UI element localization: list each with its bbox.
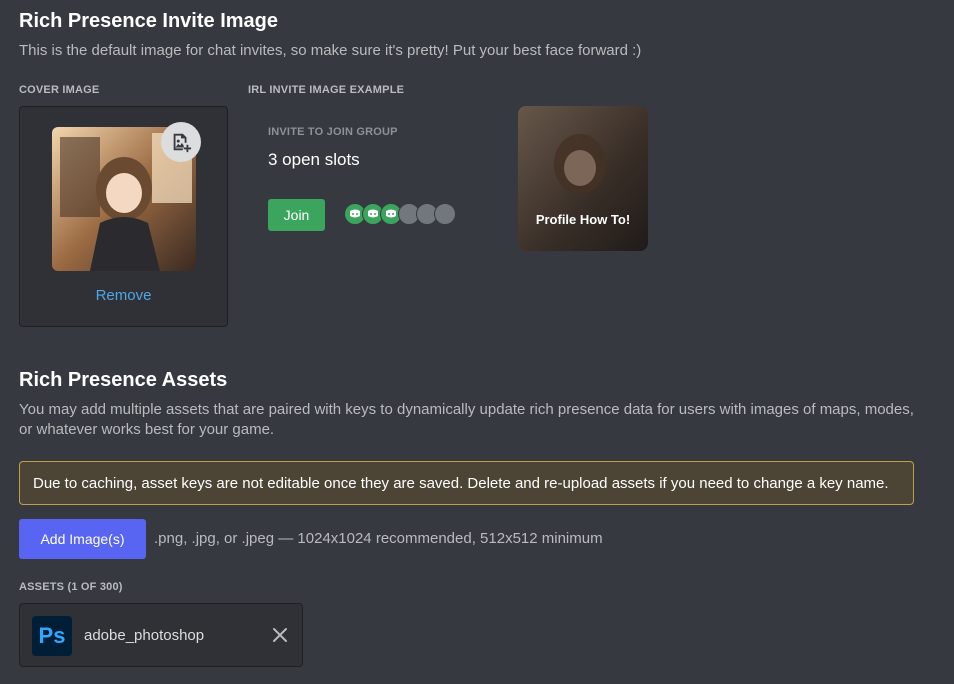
- irl-invite-preview: [518, 106, 648, 251]
- assets-count-label: ASSETS (1 OF 300): [19, 581, 123, 593]
- asset-key-name: adobe_photoshop: [84, 627, 205, 644]
- photoshop-icon: Ps: [32, 616, 72, 656]
- close-icon: [273, 628, 287, 642]
- join-button[interactable]: Join: [268, 199, 325, 231]
- assets-section-description: You may add multiple assets that are pai…: [19, 401, 914, 438]
- remove-cover-link[interactable]: Remove: [19, 287, 228, 304]
- invite-eyebrow: INVITE TO JOIN GROUP: [268, 126, 398, 138]
- photoshop-icon-text: Ps: [38, 623, 66, 648]
- cover-image-label: COVER IMAGE: [19, 84, 100, 96]
- discord-icon: [368, 209, 378, 218]
- add-images-button[interactable]: Add Image(s): [19, 519, 146, 559]
- empty-slot-avatar: [434, 203, 456, 225]
- image-add-glyph: [173, 133, 192, 153]
- delete-asset-icon[interactable]: [270, 625, 290, 645]
- format-hint: .png, .jpg, or .jpeg — 1024x1024 recomme…: [154, 530, 603, 547]
- caching-warning: Due to caching, asset keys are not edita…: [19, 461, 914, 505]
- caching-warning-text: Due to caching, asset keys are not edita…: [33, 474, 889, 492]
- invite-section-title: Rich Presence Invite Image: [19, 10, 279, 32]
- discord-icon: [350, 209, 360, 218]
- irl-example-label: IRL INVITE IMAGE EXAMPLE: [248, 84, 405, 96]
- assets-section-title: Rich Presence Assets: [19, 369, 228, 391]
- discord-icon: [386, 209, 396, 218]
- irl-artwork: [518, 106, 648, 251]
- open-slots-text: 3 open slots: [268, 150, 360, 169]
- invite-section-description: This is the default image for chat invit…: [19, 42, 642, 59]
- image-add-icon[interactable]: [161, 122, 201, 162]
- profile-caption: Profile How To!: [535, 212, 631, 227]
